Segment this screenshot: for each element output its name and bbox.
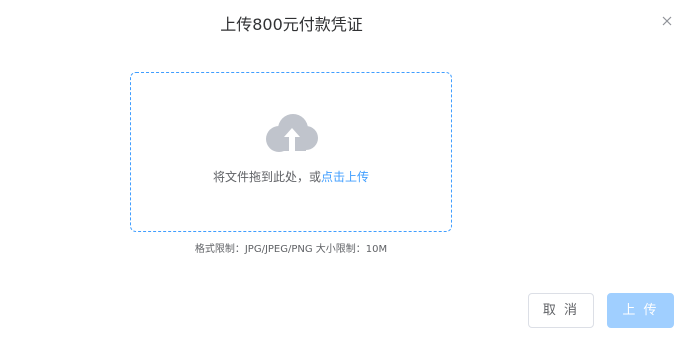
close-icon[interactable] — [660, 14, 674, 28]
dropzone-text: 将文件拖到此处，或点击上传 — [131, 169, 451, 185]
upload-dialog: 上传800元付款凭证 将文件拖到此处，或点击上传 格式限制：JPG/JPEG/P… — [0, 0, 687, 338]
click-upload-link[interactable]: 点击上传 — [321, 170, 369, 184]
upload-button[interactable]: 上 传 — [607, 293, 674, 328]
cloud-upload-icon — [266, 114, 318, 153]
dialog-title: 上传800元付款凭证 — [220, 15, 363, 34]
upload-format-hint: 格式限制：JPG/JPEG/PNG 大小限制：10M — [194, 244, 388, 255]
drop-instruction: 将文件拖到此处，或 — [212, 170, 321, 184]
cancel-button[interactable]: 取 消 — [528, 293, 594, 328]
upload-dropzone[interactable]: 将文件拖到此处，或点击上传 — [130, 72, 452, 232]
